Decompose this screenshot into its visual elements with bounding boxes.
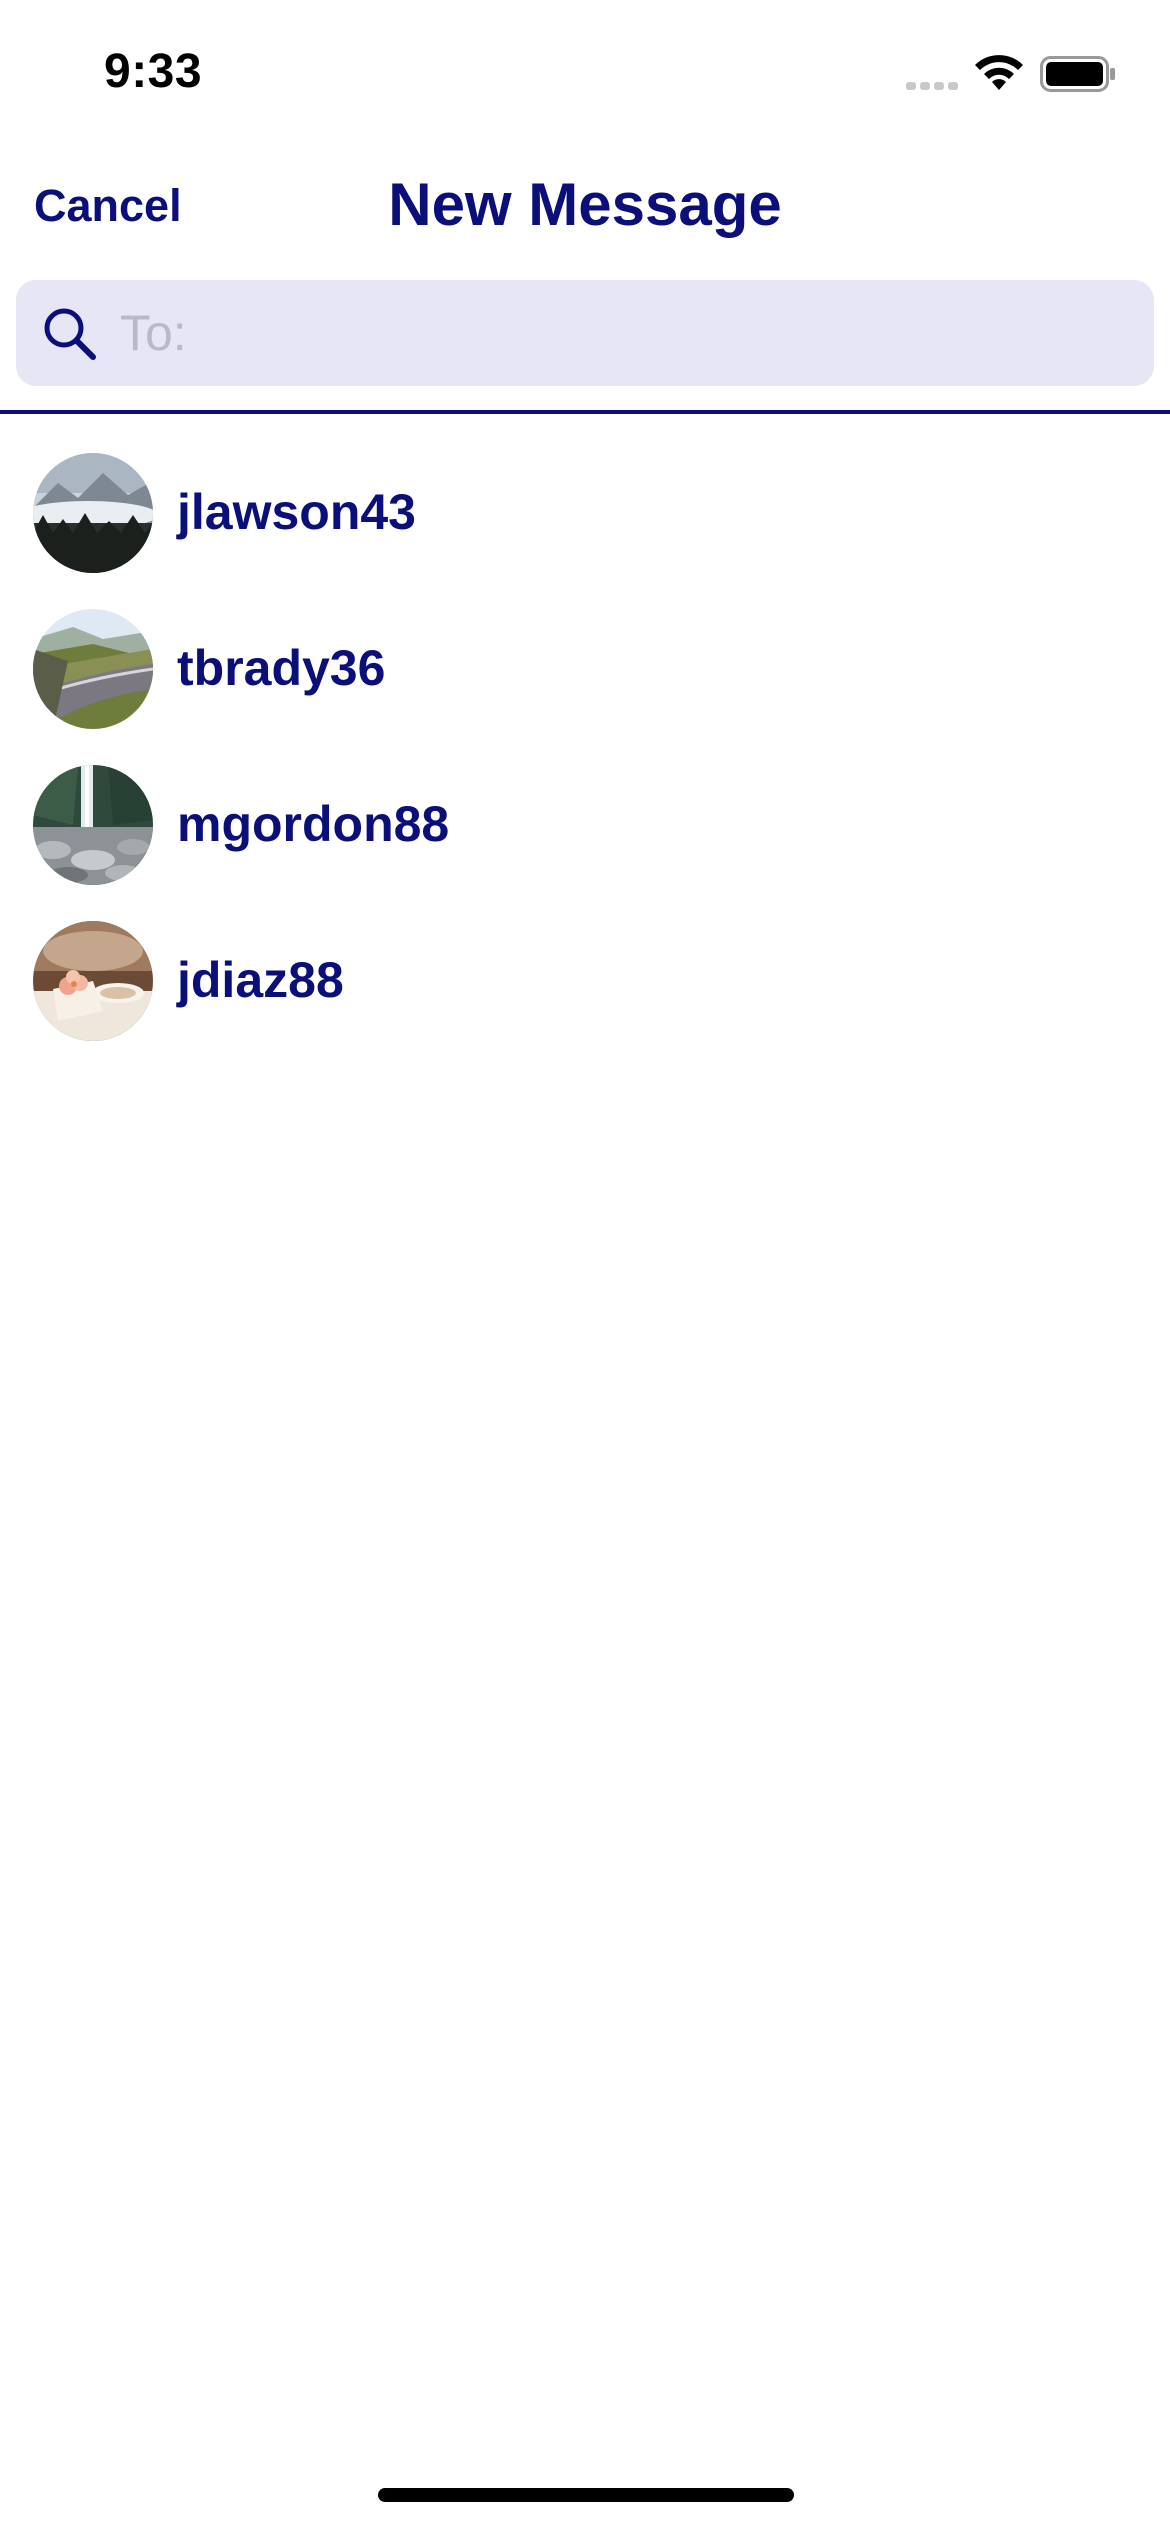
recipient-input[interactable] (110, 280, 1130, 386)
wifi-icon (975, 55, 1023, 90)
avatar (33, 609, 153, 729)
contact-username: jdiaz88 (177, 952, 344, 1008)
contact-row[interactable]: mgordon88 (0, 760, 1170, 916)
contact-username: mgordon88 (177, 796, 450, 852)
waterfall-rocks-photo (33, 765, 153, 885)
battery-icon (1040, 56, 1115, 92)
recipient-search-bar[interactable] (16, 280, 1154, 386)
contact-username: tbrady36 (177, 640, 386, 696)
contact-row[interactable]: tbrady36 (0, 604, 1170, 760)
mountain-road-photo (33, 609, 153, 729)
home-indicator[interactable] (378, 2488, 794, 2502)
misty-mountain-forest-photo (33, 453, 153, 573)
contact-row[interactable]: jdiaz88 (0, 916, 1170, 1072)
cellular-signal-icon (906, 82, 958, 90)
contact-username: jlawson43 (177, 484, 416, 540)
search-icon (44, 308, 96, 360)
contact-row[interactable]: jlawson43 (0, 448, 1170, 604)
avatar (33, 453, 153, 573)
contact-list: jlawson43 tbrady36 mgordon88 jdiaz88 (0, 448, 1170, 1072)
avatar (33, 765, 153, 885)
tea-cup-flower-photo (33, 921, 153, 1041)
avatar (33, 921, 153, 1041)
divider (0, 410, 1170, 414)
nav-bar: New Message Cancel (0, 160, 1170, 256)
status-time: 9:33 (104, 45, 203, 98)
status-bar: 9:33 (0, 0, 1170, 140)
cancel-button[interactable]: Cancel (34, 180, 182, 232)
